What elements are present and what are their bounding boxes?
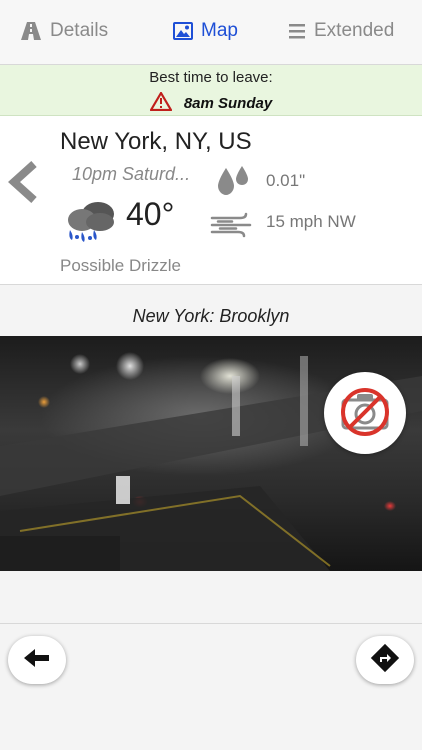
location-name: New York, NY, US: [60, 128, 252, 155]
precip-amount: 0.01": [266, 171, 306, 190]
camera-title: New York: Brooklyn: [132, 306, 290, 326]
tab-details-label: Details: [50, 20, 109, 41]
tab-map-label: Map: [201, 20, 238, 41]
wind-speed: 15 mph NW: [266, 212, 356, 231]
no-camera-icon: [335, 386, 395, 441]
best-time-value: 8am Sunday: [183, 95, 273, 112]
disable-camera-button[interactable]: [324, 372, 406, 454]
arrow-left-icon: [24, 648, 50, 673]
tab-extended-label: Extended: [314, 20, 395, 41]
bottom-divider: [0, 623, 422, 624]
temperature: 40°: [126, 196, 175, 232]
raindrops-icon: [214, 164, 252, 203]
best-time-label: Best time to leave:: [149, 69, 273, 86]
warning-icon: [149, 91, 172, 115]
tab-bar: Details Map Extended: [0, 0, 422, 65]
chevron-left-icon[interactable]: [6, 160, 40, 209]
back-button[interactable]: [8, 636, 66, 684]
tab-map[interactable]: Map: [173, 20, 238, 42]
best-time-banner: Best time to leave: 8am Sunday: [0, 65, 422, 116]
weather-summary: Possible Drizzle: [60, 256, 181, 275]
directions-icon: [370, 643, 400, 678]
weather-card: New York, NY, US 10pm Saturd... 0.01" 40…: [0, 116, 422, 285]
tab-extended[interactable]: Extended: [288, 20, 394, 42]
forecast-time: 10pm Saturd...: [72, 164, 191, 184]
list-icon: [288, 23, 306, 39]
best-time-row: 8am Sunday: [0, 91, 422, 115]
road-icon: [20, 20, 42, 42]
wind-icon: [210, 212, 254, 243]
rain-cloud-icon: [60, 200, 118, 249]
tab-details[interactable]: Details: [20, 20, 108, 42]
directions-button[interactable]: [356, 636, 414, 684]
picture-icon: [173, 22, 193, 40]
